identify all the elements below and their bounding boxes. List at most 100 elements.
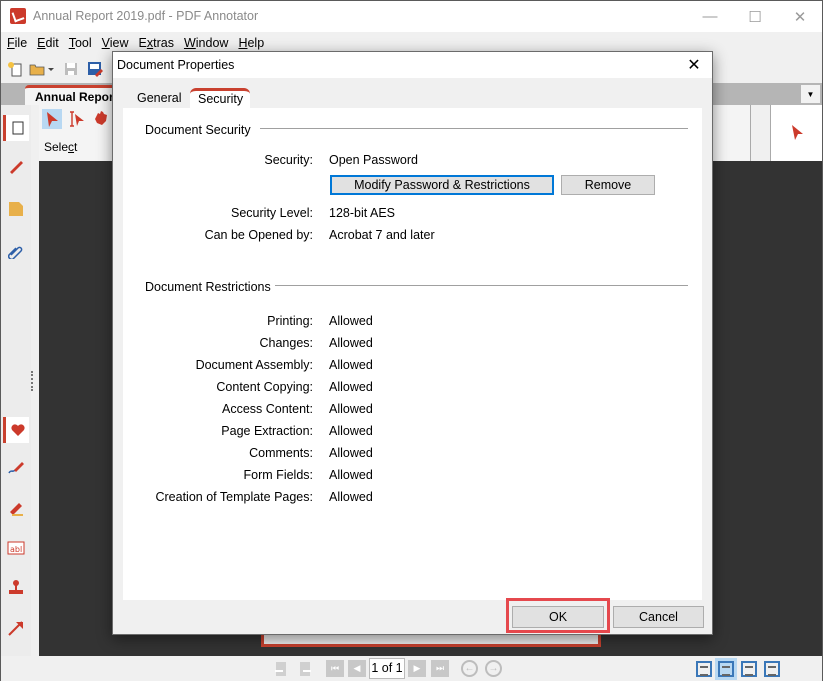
rail-resize-grip[interactable]: [31, 371, 35, 391]
single-page-layout-icon: [696, 661, 712, 677]
restriction-label: Changes:: [259, 336, 313, 350]
menu-extras-label: tras: [153, 36, 174, 50]
security-tab-page: Document Security Security: Open Passwor…: [123, 108, 702, 600]
restriction-value: Allowed: [329, 336, 373, 350]
left-tool-rail: abl: [1, 105, 31, 656]
document-security-heading: Document Security: [145, 123, 251, 137]
menu-file-accel: F: [7, 36, 15, 50]
svg-text:abl: abl: [10, 545, 22, 554]
security-level-label: Security Level:: [231, 206, 313, 220]
arrow-left-icon: ←: [464, 663, 475, 674]
menu-edit-accel: E: [37, 36, 46, 50]
security-level-value: 128-bit AES: [329, 206, 396, 220]
stamp-icon: [9, 580, 23, 594]
note-icon: [9, 202, 23, 216]
modify-password-restrictions-button[interactable]: Modify Password & Restrictions: [330, 175, 554, 195]
paperclip-icon: [8, 246, 23, 259]
restriction-value: Allowed: [329, 468, 373, 482]
open-dropdown-arrow-icon[interactable]: [47, 61, 55, 77]
pen-icon: [10, 161, 23, 174]
ok-button-highlight: [506, 598, 610, 633]
app-window: Annual Report 2019.pdf - PDF Annotator —…: [0, 0, 823, 681]
rail-text-field-tool[interactable]: abl: [5, 537, 27, 559]
tab-list-dropdown[interactable]: ▼: [801, 85, 820, 103]
restriction-value: Allowed: [329, 358, 373, 372]
document-tab[interactable]: Annual Report: [25, 85, 120, 105]
rail-stamp-tool[interactable]: [5, 577, 27, 599]
history-forward-button[interactable]: →: [485, 660, 502, 677]
last-page-button[interactable]: ⏭: [431, 660, 449, 677]
cancel-button[interactable]: Cancel: [613, 606, 704, 628]
title-bar: Annual Report 2019.pdf - PDF Annotator —…: [1, 1, 822, 32]
page-number-input[interactable]: 1 of 1: [369, 658, 405, 679]
dialog-title: Document Properties: [117, 58, 235, 72]
menu-edit-label: dit: [45, 36, 59, 50]
rail-favorites-tool[interactable]: [3, 417, 29, 443]
document-properties-dialog: Document Properties ✕ General Security D…: [112, 51, 713, 635]
restriction-value: Allowed: [329, 446, 373, 460]
rail-freehand-tool[interactable]: [5, 457, 27, 479]
last-page-icon: ⏭: [435, 663, 445, 673]
layout-single-page-button[interactable]: [693, 658, 715, 680]
chevron-down-icon: ▼: [806, 89, 815, 99]
two-page-continuous-layout-icon: [764, 661, 780, 677]
dialog-title-bar: Document Properties ✕: [113, 52, 712, 78]
rail-note-tool[interactable]: [5, 198, 27, 220]
open-folder-icon[interactable]: [29, 61, 45, 77]
restriction-label: Creation of Template Pages:: [155, 490, 313, 504]
can-be-opened-by-label: Can be Opened by:: [204, 228, 313, 242]
menu-window-label: indow: [195, 36, 229, 50]
document-restrictions-heading: Document Restrictions: [145, 280, 271, 294]
save-icon[interactable]: [63, 61, 79, 77]
select-tool-button[interactable]: [42, 109, 62, 129]
menu-tool-label: ool: [74, 36, 92, 50]
layout-two-page-continuous-button[interactable]: [761, 658, 783, 680]
menu-file[interactable]: File: [3, 34, 31, 54]
rail-pen-tool[interactable]: [5, 155, 27, 177]
maximize-button[interactable]: ☐: [732, 1, 778, 32]
arrow-right-icon: →: [488, 663, 499, 674]
save-annotations-icon[interactable]: [87, 61, 103, 77]
restriction-label: Document Assembly:: [195, 358, 313, 372]
select-label-pre: Sele: [44, 140, 69, 154]
tab-general[interactable]: General: [129, 88, 187, 108]
first-page-button[interactable]: ⏮: [326, 660, 344, 677]
rail-page-tool[interactable]: [3, 115, 29, 141]
history-back-button[interactable]: ←: [461, 660, 478, 677]
page-icon: [12, 121, 23, 135]
next-page-button[interactable]: ▶: [408, 660, 426, 677]
restriction-label: Comments:: [249, 446, 313, 460]
tab-security[interactable]: Security: [190, 88, 250, 108]
security-value: Open Password: [329, 153, 418, 167]
close-window-button[interactable]: ✕: [777, 1, 823, 32]
rail-arrow-tool[interactable]: [5, 617, 27, 639]
restriction-label: Page Extraction:: [221, 424, 313, 438]
minimize-button[interactable]: —: [687, 1, 733, 32]
security-label: Security:: [264, 153, 313, 167]
menu-edit[interactable]: Edit: [33, 34, 63, 54]
continuous-layout-icon: [718, 661, 734, 677]
layout-continuous-button[interactable]: [715, 658, 737, 680]
restriction-value: Allowed: [329, 424, 373, 438]
next-view-icon[interactable]: [297, 661, 313, 677]
freehand-pen-icon: [8, 462, 24, 474]
layout-two-page-button[interactable]: [738, 658, 760, 680]
new-document-icon[interactable]: [7, 61, 23, 77]
dialog-close-button[interactable]: ✕: [684, 55, 704, 75]
restriction-value: Allowed: [329, 314, 373, 328]
rail-highlighter-tool[interactable]: [5, 497, 27, 519]
current-tool-indicator[interactable]: [770, 105, 822, 161]
previous-view-icon[interactable]: [273, 661, 289, 677]
status-bar: ⏮ ◀ 1 of 1 ▶ ⏭ ← →: [1, 656, 822, 681]
rail-attachment-tool[interactable]: [5, 240, 27, 262]
first-page-icon: ⏮: [330, 663, 340, 673]
menu-extras-pre: E: [138, 36, 147, 50]
menu-tool[interactable]: Tool: [65, 34, 96, 54]
select-arrow-icon: [47, 112, 58, 127]
menu-help-label: elp: [247, 36, 265, 50]
previous-page-button[interactable]: ◀: [348, 660, 366, 677]
hand-icon[interactable]: [91, 109, 111, 129]
section-divider: [260, 128, 688, 129]
text-select-icon[interactable]: [67, 109, 87, 129]
remove-security-button[interactable]: Remove: [561, 175, 655, 195]
